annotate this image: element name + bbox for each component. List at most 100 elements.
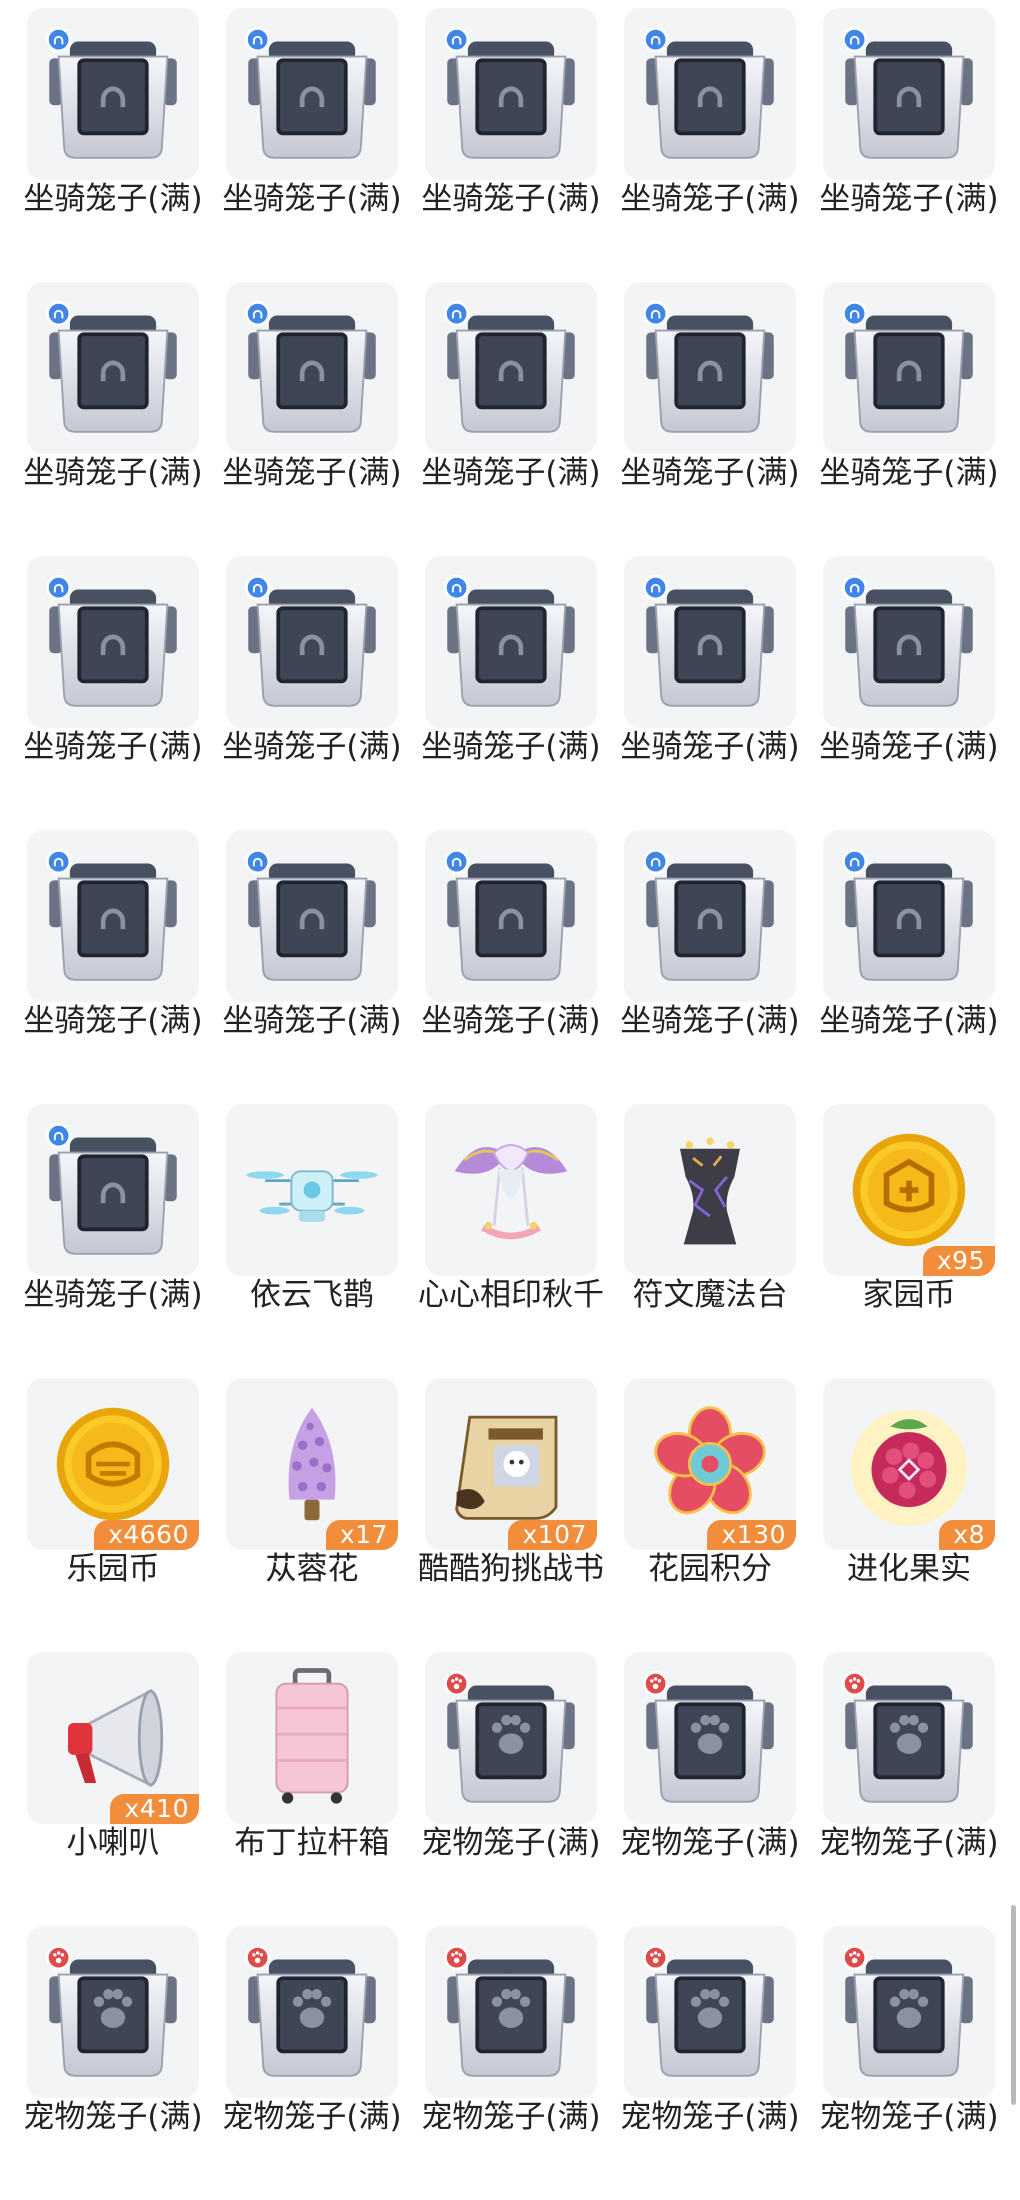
item-tile[interactable] — [226, 1104, 398, 1276]
inventory-item[interactable]: 宠物笼子(满) — [421, 1926, 601, 2200]
item-tile[interactable] — [425, 1652, 597, 1824]
item-tile[interactable] — [226, 1926, 398, 2098]
item-tile[interactable] — [823, 1652, 995, 1824]
inventory-item[interactable]: x17 苁蓉花 — [226, 1378, 398, 1652]
item-tile[interactable] — [624, 282, 796, 454]
item-tile[interactable] — [425, 1926, 597, 2098]
inventory-item[interactable]: 坐骑笼子(满) — [222, 282, 402, 556]
mount-cage-icon — [642, 26, 774, 159]
inventory-item[interactable]: 坐骑笼子(满) — [620, 8, 800, 282]
inventory-item[interactable]: 坐骑笼子(满) — [23, 8, 203, 282]
item-tile[interactable]: x410 — [27, 1652, 199, 1824]
inventory-item[interactable]: 坐骑笼子(满) — [819, 8, 999, 282]
item-tile[interactable] — [226, 8, 398, 180]
mount-cage-icon — [45, 574, 177, 707]
inventory-item[interactable]: x95 家园币 — [823, 1104, 995, 1378]
mount-cage-icon — [45, 848, 177, 981]
item-name: 家园币 — [862, 1277, 956, 1313]
item-tile[interactable] — [226, 282, 398, 454]
item-tile[interactable] — [425, 282, 597, 454]
inventory-item[interactable]: 宠物笼子(满) — [23, 1926, 203, 2200]
inventory-item[interactable]: 坐骑笼子(满) — [620, 830, 800, 1104]
item-tile[interactable] — [823, 556, 995, 728]
wanted-scroll-icon — [455, 1415, 558, 1520]
inventory-item[interactable]: 坐骑笼子(满) — [421, 8, 601, 282]
item-tile[interactable] — [27, 1104, 199, 1276]
inventory-item[interactable]: 宠物笼子(满) — [819, 1652, 999, 1926]
item-tile[interactable] — [624, 1926, 796, 2098]
item-tile[interactable] — [823, 282, 995, 454]
inventory-item[interactable]: 布丁拉杆箱 — [226, 1652, 398, 1926]
item-tile[interactable] — [624, 556, 796, 728]
inventory-item[interactable]: 坐骑笼子(满) — [620, 556, 800, 830]
inventory-item[interactable]: x410 小喇叭 — [27, 1652, 199, 1926]
item-tile[interactable]: x130 — [624, 1378, 796, 1550]
item-tile[interactable] — [27, 8, 199, 180]
inventory-item[interactable]: x8 进化果实 — [823, 1378, 995, 1652]
inventory-item[interactable]: 坐骑笼子(满) — [23, 1104, 203, 1378]
item-tile[interactable] — [27, 282, 199, 454]
item-tile[interactable]: x8 — [823, 1378, 995, 1550]
inventory-item[interactable]: 依云飞鹊 — [226, 1104, 398, 1378]
inventory-item[interactable]: 坐骑笼子(满) — [222, 556, 402, 830]
inventory-item[interactable]: x130 花园积分 — [624, 1378, 796, 1652]
inventory-item[interactable]: 坐骑笼子(满) — [819, 556, 999, 830]
item-name: 坐骑笼子(满) — [620, 729, 800, 765]
item-tile[interactable] — [27, 556, 199, 728]
item-name: 酷酷狗挑战书 — [418, 1551, 604, 1587]
item-tile[interactable]: x4660 — [27, 1378, 199, 1550]
inventory-item[interactable]: 坐骑笼子(满) — [421, 830, 601, 1104]
item-tile[interactable] — [226, 556, 398, 728]
item-name: 坐骑笼子(满) — [23, 455, 203, 491]
inventory-item[interactable]: 坐骑笼子(满) — [421, 556, 601, 830]
mount-cage-icon — [841, 26, 973, 159]
item-name: 坐骑笼子(满) — [819, 455, 999, 491]
item-tile[interactable] — [823, 830, 995, 1002]
inventory-item[interactable]: 坐骑笼子(满) — [222, 830, 402, 1104]
inventory-item[interactable]: x4660 乐园币 — [27, 1378, 199, 1652]
inventory-item[interactable]: 坐骑笼子(满) — [23, 556, 203, 830]
item-tile[interactable]: x17 — [226, 1378, 398, 1550]
mount-cage-icon — [841, 574, 973, 707]
inventory-item[interactable]: 坐骑笼子(满) — [23, 830, 203, 1104]
item-count-badge: x4660 — [94, 1520, 199, 1550]
inventory-item[interactable]: x107 酷酷狗挑战书 — [418, 1378, 604, 1652]
item-tile[interactable] — [624, 1652, 796, 1824]
inventory-item[interactable]: 心心相印秋千 — [418, 1104, 604, 1378]
inventory-item[interactable]: 宠物笼子(满) — [620, 1926, 800, 2200]
mount-cage-icon — [642, 574, 774, 707]
inventory-item[interactable]: 坐骑笼子(满) — [620, 282, 800, 556]
inventory-item[interactable]: 符文魔法台 — [624, 1104, 796, 1378]
inventory-item[interactable]: 坐骑笼子(满) — [819, 830, 999, 1104]
item-tile[interactable] — [624, 1104, 796, 1276]
inventory-item[interactable]: 宠物笼子(满) — [620, 1652, 800, 1926]
item-tile[interactable] — [27, 1926, 199, 2098]
item-name: 坐骑笼子(满) — [620, 455, 800, 491]
item-name: 宠物笼子(满) — [23, 2099, 203, 2135]
mount-cage-icon — [642, 300, 774, 433]
inventory-item[interactable]: 坐骑笼子(满) — [23, 282, 203, 556]
inventory-item[interactable]: 宠物笼子(满) — [819, 1926, 999, 2200]
item-name: 宠物笼子(满) — [421, 2099, 601, 2135]
inventory-item[interactable]: 宠物笼子(满) — [421, 1652, 601, 1926]
item-count-badge: x107 — [508, 1520, 597, 1550]
scrollbar[interactable] — [1011, 1905, 1016, 2105]
item-tile[interactable] — [425, 8, 597, 180]
item-tile[interactable] — [823, 8, 995, 180]
mount-cage-icon — [45, 300, 177, 433]
inventory-item[interactable]: 坐骑笼子(满) — [421, 282, 601, 556]
item-tile[interactable] — [823, 1926, 995, 2098]
item-tile[interactable] — [27, 830, 199, 1002]
item-tile[interactable] — [624, 8, 796, 180]
item-tile[interactable] — [226, 1652, 398, 1824]
inventory-item[interactable]: 宠物笼子(满) — [222, 1926, 402, 2200]
item-tile[interactable]: x95 — [823, 1104, 995, 1276]
item-tile[interactable] — [425, 830, 597, 1002]
item-tile[interactable] — [425, 556, 597, 728]
item-tile[interactable] — [226, 830, 398, 1002]
item-tile[interactable] — [425, 1104, 597, 1276]
inventory-item[interactable]: 坐骑笼子(满) — [819, 282, 999, 556]
item-tile[interactable]: x107 — [425, 1378, 597, 1550]
item-tile[interactable] — [624, 830, 796, 1002]
inventory-item[interactable]: 坐骑笼子(满) — [222, 8, 402, 282]
